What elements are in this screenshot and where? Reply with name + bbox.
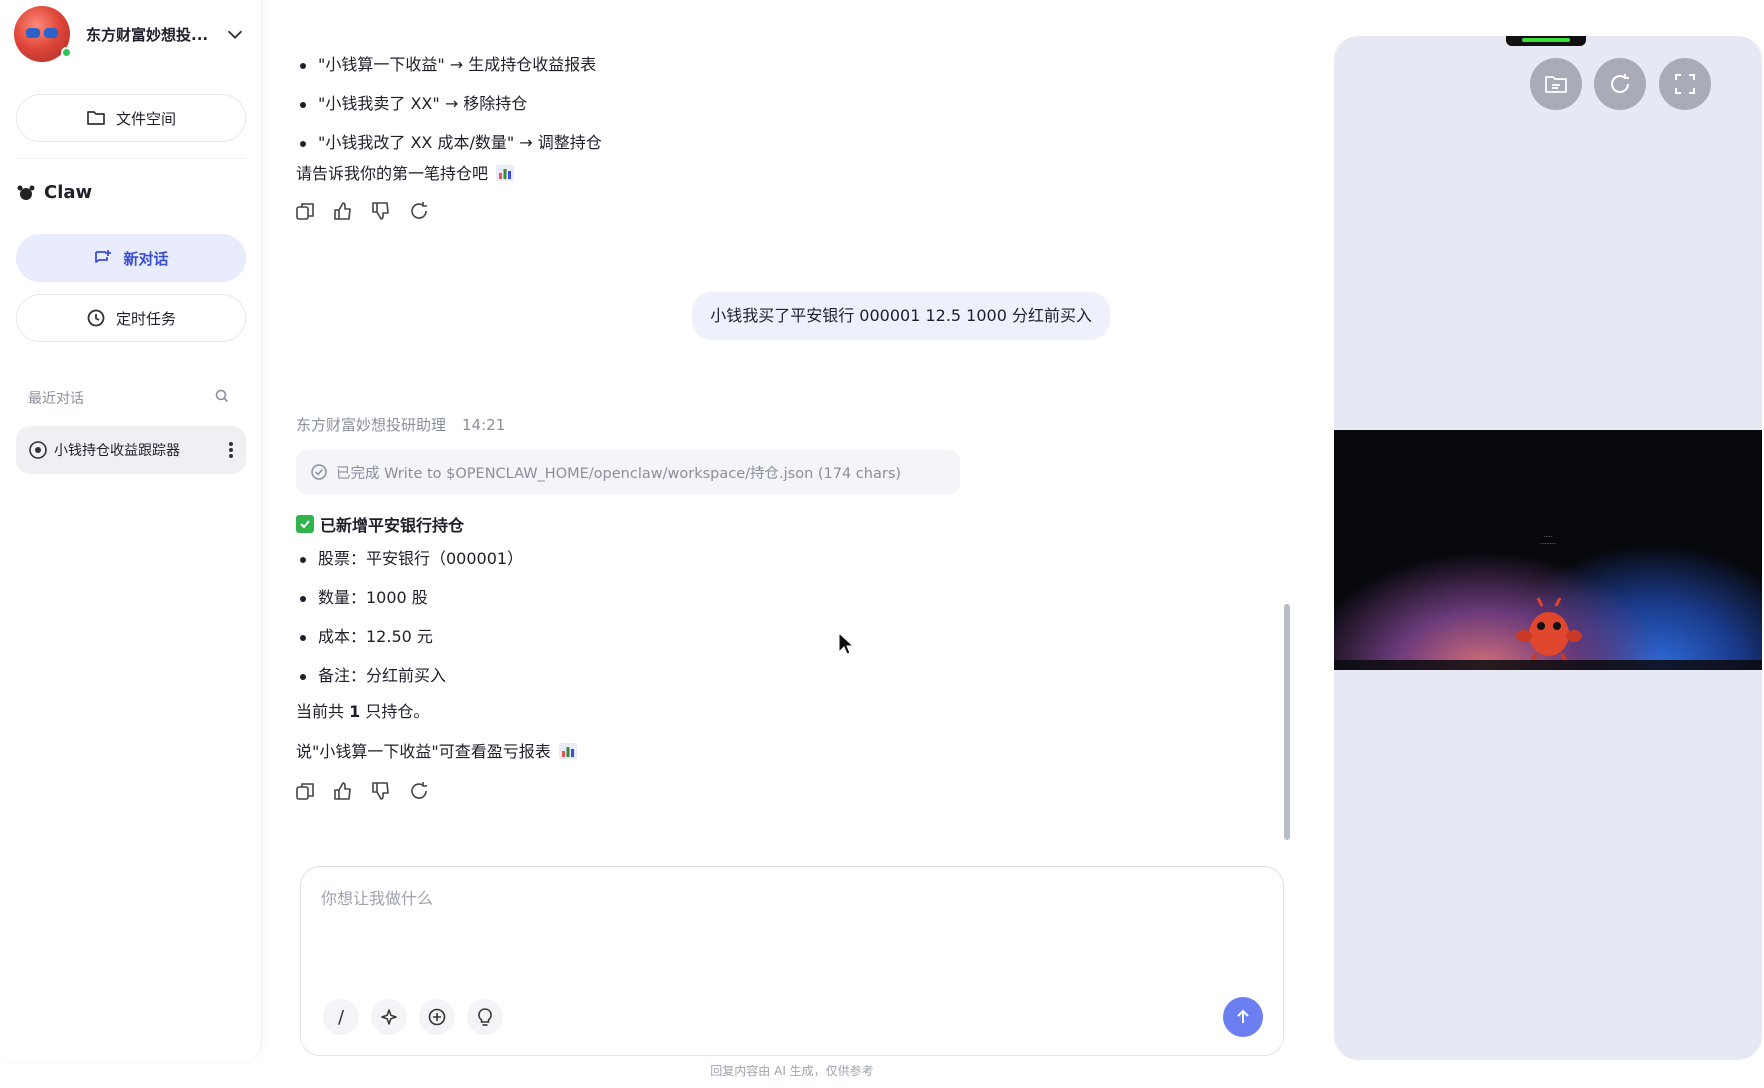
section-title-label: Claw (44, 182, 93, 203)
message-actions (294, 200, 430, 222)
tool-status-text: 已完成 Write to $OPENCLAW_HOME/openclaw/wor… (336, 465, 902, 482)
user-message-bubble: 小钱我买了平安银行 000001 12.5 1000 分红前买入 (692, 292, 1110, 340)
mouse-cursor-icon (838, 632, 854, 655)
report-hint: 说"小钱算一下收益"可查看盈亏报表 (296, 738, 577, 762)
app-root: 东方财富妙想投... 文件空间 Claw 新对话 定时任务 最近对话 小钱持仓收… (0, 0, 1764, 1088)
taskbar (1334, 660, 1762, 670)
recent-conversations-label: 最近对话 (28, 391, 84, 407)
brand-name: 东方财富妙想投... (86, 25, 209, 44)
copy-icon[interactable] (294, 780, 316, 802)
checkmark-icon (296, 515, 314, 533)
file-space-label: 文件空间 (115, 109, 176, 128)
holdings-summary: 当前共 1 只持仓。 (296, 702, 430, 721)
claw-icon (17, 185, 35, 200)
fullscreen-button[interactable] (1659, 58, 1711, 110)
remote-desktop-preview[interactable]: ····· ·········· (1334, 430, 1762, 670)
regenerate-icon[interactable] (408, 780, 430, 802)
list-item: 数量：1000 股 (296, 583, 523, 622)
clock-icon (87, 309, 105, 327)
fullscreen-icon (1675, 74, 1695, 94)
sparkle-icon (381, 1009, 397, 1025)
result-title: 已新增平安银行持仓 (296, 512, 464, 536)
plus-circle-icon (428, 1008, 446, 1026)
instruction-list: "小钱算一下收益" → 生成持仓收益报表 "小钱我卖了 XX" → 移除持仓 "… (296, 50, 602, 167)
regenerate-icon[interactable] (408, 200, 430, 222)
lightbulb-icon (478, 1008, 492, 1026)
conversation-icon (29, 441, 47, 459)
new-chat-icon (95, 250, 112, 263)
assistant-name: 东方财富妙想投研助理 (296, 416, 447, 434)
list-item: 成本：12.50 元 (296, 622, 523, 661)
assistant-meta: 东方财富妙想投研助理 14:21 (296, 414, 505, 435)
thumbs-down-icon[interactable] (370, 200, 392, 222)
divider (16, 158, 246, 159)
list-item: 备注：分红前买入 (296, 661, 523, 700)
add-attachment-button[interactable] (419, 999, 455, 1035)
new-chat-button[interactable]: 新对话 (16, 234, 246, 282)
bar-chart-icon (496, 165, 515, 181)
list-item: "小钱算一下收益" → 生成持仓收益报表 (296, 50, 602, 89)
screen-caption: ····· ·········· (1540, 534, 1556, 547)
scheduled-tasks-label: 定时任务 (115, 309, 176, 328)
slash-command-button[interactable]: / (323, 999, 359, 1035)
check-circle-icon (311, 464, 327, 480)
conversation-title: 小钱持仓收益跟踪器 (54, 443, 180, 459)
first-holding-prompt: 请告诉我你的第一笔持仓吧 (296, 160, 515, 184)
thumbs-up-icon[interactable] (332, 200, 354, 222)
file-space-button[interactable]: 文件空间 (16, 94, 246, 142)
message-actions (294, 780, 430, 802)
thumbs-down-icon[interactable] (370, 780, 392, 802)
conversation-item[interactable]: 小钱持仓收益跟踪器 (16, 426, 246, 474)
mascot-image (1516, 597, 1582, 662)
scheduled-tasks-button[interactable]: 定时任务 (16, 294, 246, 342)
search-icon[interactable] (214, 388, 230, 404)
files-button[interactable] (1530, 58, 1582, 110)
folder-icon (87, 111, 105, 125)
result-list: 股票：平安银行（000001） 数量：1000 股 成本：12.50 元 备注：… (296, 544, 523, 700)
refresh-button[interactable] (1594, 58, 1646, 110)
sidebar: 东方财富妙想投... 文件空间 Claw 新对话 定时任务 最近对话 小钱持仓收… (0, 0, 262, 1062)
idea-button[interactable] (467, 999, 503, 1035)
list-item: 股票：平安银行（000001） (296, 544, 523, 583)
arrow-up-icon (1237, 1009, 1249, 1023)
chat-scrollbar[interactable] (1284, 604, 1290, 840)
more-options-icon[interactable] (228, 440, 234, 460)
copy-icon[interactable] (294, 200, 316, 222)
message-timestamp: 14:21 (462, 416, 506, 434)
avatar (14, 6, 72, 62)
refresh-icon (1611, 74, 1630, 93)
thumbs-up-icon[interactable] (332, 780, 354, 802)
folder-icon (1545, 76, 1567, 93)
message-composer: / (300, 866, 1284, 1056)
device-notch (1506, 36, 1586, 46)
sparkle-button[interactable] (371, 999, 407, 1035)
slash-icon: / (337, 1006, 345, 1028)
brand-switcher[interactable]: 东方财富妙想投... (14, 6, 246, 62)
ai-disclaimer: 回复内容由 AI 生成，仅供参考 (710, 1064, 874, 1078)
send-button[interactable] (1223, 997, 1263, 1037)
chevron-down-icon[interactable] (224, 23, 246, 45)
online-status-dot (61, 47, 72, 58)
message-input[interactable] (321, 885, 1221, 945)
list-item: "小钱我卖了 XX" → 移除持仓 (296, 89, 602, 128)
new-chat-label: 新对话 (123, 249, 169, 268)
holdings-count: 1 (349, 702, 361, 721)
tool-status-pill[interactable]: 已完成 Write to $OPENCLAW_HOME/openclaw/wor… (296, 450, 960, 494)
section-title-claw: Claw (16, 182, 92, 203)
bar-chart-icon (558, 743, 577, 759)
